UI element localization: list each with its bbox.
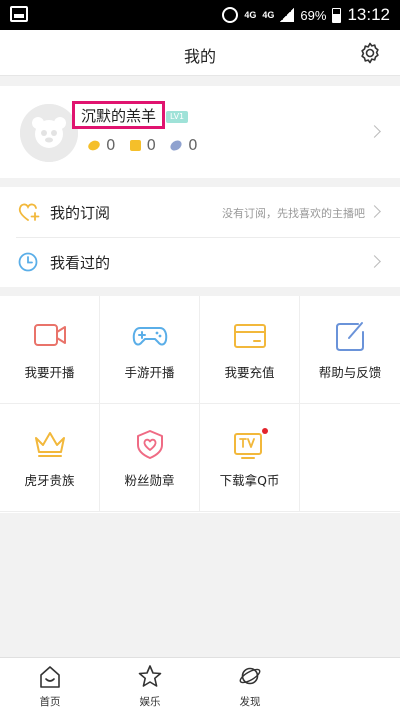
gold-bean-icon xyxy=(86,138,102,152)
clock: 13:12 xyxy=(347,5,390,24)
clock-icon xyxy=(18,252,38,272)
silver-bean-balance: 0 xyxy=(168,136,198,154)
menu-list: 我的订阅 没有订阅，先找喜欢的主播吧 我看过的 xyxy=(0,187,400,287)
star-icon xyxy=(138,665,162,687)
top-up-label: 我要充值 xyxy=(224,365,275,380)
watch-history-label: 我看过的 xyxy=(50,254,111,272)
my-subscriptions-label: 我的订阅 xyxy=(50,204,111,222)
chevron-right-icon xyxy=(368,205,381,218)
status-bar: 4G 4G 69% 13:12 xyxy=(0,0,400,30)
empty-cell xyxy=(300,404,400,512)
tab-entertainment-label: 娱乐 xyxy=(139,696,161,708)
coin-balances: 0 0 0 xyxy=(86,136,198,154)
home-icon xyxy=(40,666,60,688)
battery-icon xyxy=(332,7,342,23)
gold-bean-balance: 0 xyxy=(86,136,116,154)
status-icons: 4G 4G 69% 13:12 xyxy=(222,0,390,30)
help-feedback-label: 帮助与反馈 xyxy=(318,365,382,380)
network-label-2: 4G xyxy=(262,9,275,20)
mobile-game-streaming-label: 手游开播 xyxy=(124,365,175,380)
edit-icon xyxy=(336,322,364,351)
badge-icon xyxy=(137,430,163,459)
mobile-game-streaming-cell[interactable]: 手游开播 xyxy=(100,296,200,404)
gold-bean-value: 0 xyxy=(106,136,116,154)
silver-bean-value: 0 xyxy=(188,136,198,154)
alarm-icon xyxy=(222,7,239,23)
settings-gear-icon[interactable] xyxy=(358,41,382,65)
fan-badge-label: 粉丝勋章 xyxy=(124,473,175,488)
bottom-tab-bar: 首页 娱乐 发现 xyxy=(0,657,400,713)
watch-history-item[interactable]: 我看过的 xyxy=(0,237,400,287)
signal-icon xyxy=(280,8,295,22)
gold-coin-balance: 0 xyxy=(129,136,157,154)
tab-entertainment[interactable]: 娱乐 xyxy=(120,658,180,713)
wallet-icon xyxy=(234,324,266,348)
tab-home[interactable]: 首页 xyxy=(20,658,80,713)
tab-discover[interactable]: 发现 xyxy=(220,658,280,713)
fan-badge-cell[interactable]: 粉丝勋章 xyxy=(100,404,200,512)
huya-nobility-cell[interactable]: 虎牙贵族 xyxy=(0,404,100,512)
username: 沉默的羔羊 xyxy=(72,101,166,129)
start-streaming-cell[interactable]: 我要开播 xyxy=(0,296,100,404)
battery-percent: 69% xyxy=(300,7,327,23)
profile-card[interactable]: 沉默的羔羊 LV1 0 0 0 xyxy=(0,86,400,178)
download-qcoin-label: 下载拿Q币 xyxy=(219,473,280,488)
avatar-placeholder-icon xyxy=(20,104,78,162)
chevron-right-icon xyxy=(368,125,381,138)
level-badge: LV1 xyxy=(166,111,189,123)
avatar[interactable] xyxy=(20,104,78,162)
gold-coin-value: 0 xyxy=(146,136,157,154)
start-streaming-label: 我要开播 xyxy=(24,365,75,380)
camera-icon xyxy=(34,324,66,346)
download-qcoin-cell[interactable]: 下载拿Q币 xyxy=(200,404,300,512)
notification-dot xyxy=(262,428,268,434)
planet-icon xyxy=(239,667,261,685)
my-subscriptions-item[interactable]: 我的订阅 没有订阅，先找喜欢的主播吧 xyxy=(0,187,400,238)
gamepad-icon xyxy=(132,327,168,346)
top-up-cell[interactable]: 我要充值 xyxy=(200,296,300,404)
gold-coin-icon xyxy=(129,139,141,151)
feature-grid: 我要开播 手游开播 我要充值 帮助与反馈 虎牙贵族 粉丝勋章 下载拿Q币 xyxy=(0,296,400,513)
huya-nobility-label: 虎牙贵族 xyxy=(24,473,75,488)
tab-home-label: 首页 xyxy=(39,696,61,708)
title-bar: 我的 xyxy=(0,30,400,76)
network-label: 4G xyxy=(244,9,257,20)
gallery-icon xyxy=(10,6,28,22)
tv-icon xyxy=(234,428,268,459)
help-feedback-cell[interactable]: 帮助与反馈 xyxy=(300,296,400,404)
tab-discover-label: 发现 xyxy=(239,696,261,708)
crown-icon xyxy=(35,432,65,457)
subscriptions-hint: 没有订阅，先找喜欢的主播吧 xyxy=(222,207,365,220)
silver-bean-icon xyxy=(168,137,184,153)
heart-plus-icon xyxy=(18,203,40,221)
chevron-right-icon xyxy=(368,255,381,268)
page-title: 我的 xyxy=(183,47,216,66)
